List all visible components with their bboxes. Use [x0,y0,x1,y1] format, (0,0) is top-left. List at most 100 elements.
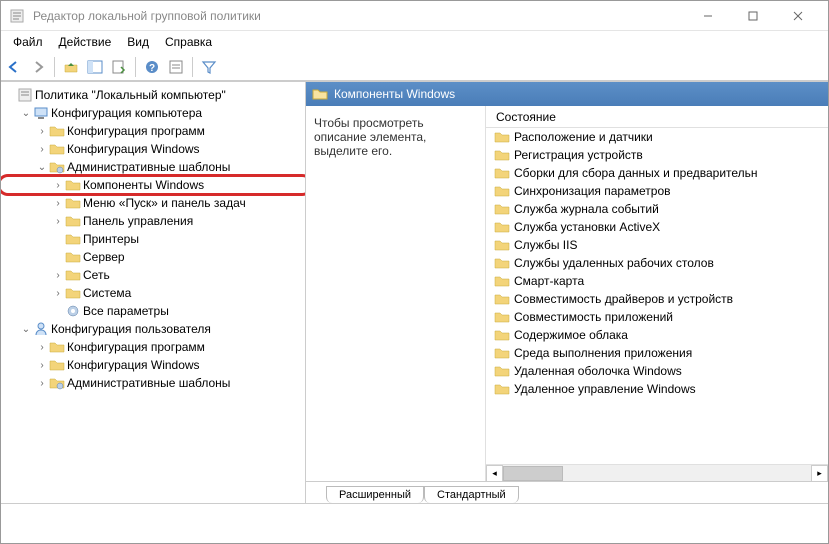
item-label: Службы IIS [514,238,577,252]
expand-icon[interactable]: › [35,360,49,371]
tree-server[interactable]: Сервер [3,248,303,266]
item-label: Среда выполнения приложения [514,346,692,360]
tree-admin-templates[interactable]: ⌄ Административные шаблоны [3,158,303,176]
tree-start-menu[interactable]: › Меню «Пуск» и панель задач [3,194,303,212]
folder-icon [49,339,65,355]
menu-view[interactable]: Вид [119,33,157,51]
list-item[interactable]: Службы удаленных рабочих столов [486,254,828,272]
tree-root[interactable]: Политика "Локальный компьютер" [3,86,303,104]
tree-system[interactable]: › Система [3,284,303,302]
list-body[interactable]: Расположение и датчики Регистрация устро… [486,128,828,464]
list-item[interactable]: Службы IIS [486,236,828,254]
tree-label: Административные шаблоны [65,160,230,174]
horizontal-scrollbar[interactable]: ◂ ▸ [486,464,828,481]
expand-icon[interactable]: › [51,216,65,227]
folder-icon [494,381,510,397]
list-item[interactable]: Сборки для сбора данных и предварительн [486,164,828,182]
tree-pane[interactable]: Политика "Локальный компьютер" ⌄ Конфигу… [1,82,306,503]
help-button[interactable]: ? [141,56,163,78]
gear-folder-icon [49,159,65,175]
list-item[interactable]: Служба журнала событий [486,200,828,218]
tree-label: Все параметры [81,304,169,318]
minimize-button[interactable] [685,2,730,30]
description-column: Чтобы просмотреть описание элемента, выд… [306,106,486,481]
menu-action[interactable]: Действие [51,33,120,51]
user-icon [33,321,49,337]
folder-icon [494,345,510,361]
collapse-icon[interactable]: ⌄ [19,324,33,335]
app-icon [9,8,25,24]
right-pane: Компоненты Windows Чтобы просмотреть опи… [306,82,828,503]
list-item[interactable]: Смарт-карта [486,272,828,290]
tree-network[interactable]: › Сеть [3,266,303,284]
folder-icon [494,165,510,181]
list-item[interactable]: Удаленная оболочка Windows [486,362,828,380]
item-label: Служба журнала событий [514,202,659,216]
tree-user-windows-config[interactable]: › Конфигурация Windows [3,356,303,374]
tabstrip: Расширенный Стандартный [306,481,828,503]
tree-control-panel[interactable]: › Панель управления [3,212,303,230]
maximize-button[interactable] [730,2,775,30]
expand-icon[interactable]: › [51,270,65,281]
toolbar-separator [54,57,55,77]
export-button[interactable] [108,56,130,78]
tab-extended[interactable]: Расширенный [326,486,424,503]
tree-label: Сервер [81,250,125,264]
show-hide-tree-button[interactable] [84,56,106,78]
folder-icon [494,201,510,217]
computer-icon [33,105,49,121]
expand-icon[interactable]: › [35,378,49,389]
tree-label: Панель управления [81,214,193,228]
details-area: Чтобы просмотреть описание элемента, выд… [306,106,828,481]
menu-file[interactable]: Файл [5,33,51,51]
tree-user-config[interactable]: ⌄ Конфигурация пользователя [3,320,303,338]
expand-icon[interactable]: › [35,144,49,155]
properties-button[interactable] [165,56,187,78]
filter-button[interactable] [198,56,220,78]
list-item[interactable]: Совместимость приложений [486,308,828,326]
tree-user-program-config[interactable]: › Конфигурация программ [3,338,303,356]
folder-icon [49,123,65,139]
scroll-thumb[interactable] [503,466,563,481]
expand-icon[interactable]: › [35,342,49,353]
scroll-right-button[interactable]: ▸ [811,465,828,482]
svg-text:?: ? [149,63,155,74]
back-button[interactable] [3,56,25,78]
tree-label: Конфигурация программ [65,340,205,354]
list-item[interactable]: Синхронизация параметров [486,182,828,200]
scroll-left-button[interactable]: ◂ [486,465,503,482]
list-item[interactable]: Регистрация устройств [486,146,828,164]
expand-icon[interactable]: › [51,180,65,191]
window-title: Редактор локальной групповой политики [33,9,685,23]
collapse-icon[interactable]: ⌄ [35,162,49,173]
tree-computer-config[interactable]: ⌄ Конфигурация компьютера [3,104,303,122]
folder-icon [494,147,510,163]
collapse-icon[interactable]: ⌄ [19,108,33,119]
list-header-state[interactable]: Состояние [486,106,828,128]
tree-printers[interactable]: Принтеры [3,230,303,248]
up-button[interactable] [60,56,82,78]
close-button[interactable] [775,2,820,30]
forward-button[interactable] [27,56,49,78]
tab-standard[interactable]: Стандартный [424,486,519,503]
scroll-track[interactable] [503,465,811,482]
tree-program-config[interactable]: › Конфигурация программ [3,122,303,140]
tree-windows-components[interactable]: › Компоненты Windows [3,176,303,194]
list-item[interactable]: Среда выполнения приложения [486,344,828,362]
tree-all-params[interactable]: Все параметры [3,302,303,320]
folder-icon [494,129,510,145]
menu-help[interactable]: Справка [157,33,220,51]
content-header-title: Компоненты Windows [334,87,455,101]
expand-icon[interactable]: › [51,198,65,209]
list-item[interactable]: Содержимое облака [486,326,828,344]
list-item[interactable]: Совместимость драйверов и устройств [486,290,828,308]
list-item[interactable]: Служба установки ActiveX [486,218,828,236]
tree-windows-config[interactable]: › Конфигурация Windows [3,140,303,158]
expand-icon[interactable]: › [51,288,65,299]
expand-icon[interactable]: › [35,126,49,137]
item-label: Смарт-карта [514,274,584,288]
list-item[interactable]: Удаленное управление Windows [486,380,828,398]
list-item[interactable]: Расположение и датчики [486,128,828,146]
folder-icon [65,267,81,283]
tree-user-admin-templates[interactable]: › Административные шаблоны [3,374,303,392]
